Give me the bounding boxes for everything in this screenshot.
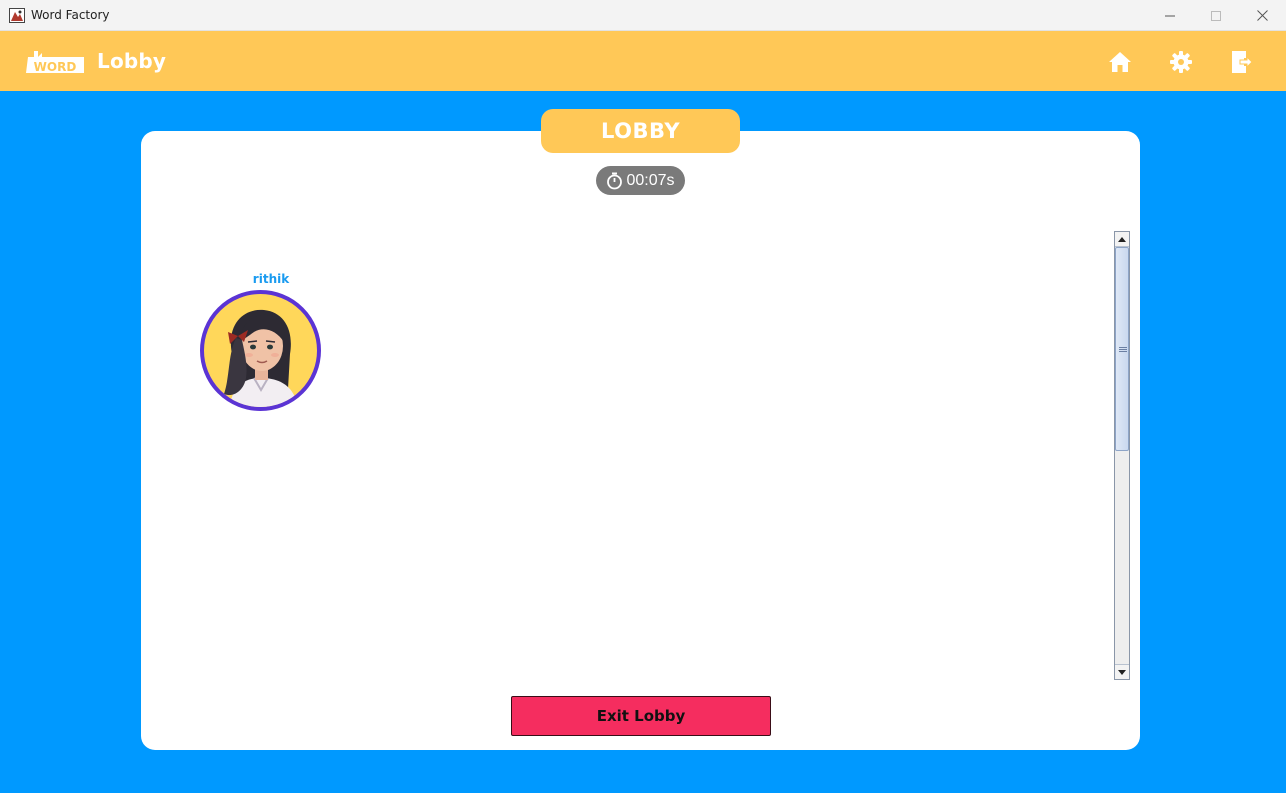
vertical-scrollbar[interactable] [1114,231,1130,680]
triangle-down-icon [1118,669,1126,675]
scroll-up-button[interactable] [1115,232,1129,247]
maximize-icon [1211,10,1221,21]
app-header: WORD Lobby [0,31,1286,91]
close-icon [1256,10,1268,21]
girl-avatar-icon [224,309,298,407]
home-icon[interactable] [1108,50,1132,74]
scroll-grip [1119,349,1127,350]
lobby-card [141,131,1140,750]
minimize-icon [1165,15,1175,16]
gear-icon[interactable] [1169,50,1193,74]
logo-text: WORD [34,60,77,74]
window-title-bar: Word Factory [0,0,1286,31]
exit-door-icon[interactable] [1229,50,1253,74]
timer-value: 00:07s [626,171,675,189]
page-title: Lobby [97,49,167,73]
minimize-button[interactable] [1147,0,1193,31]
countdown-timer: 00:07s [596,166,685,195]
lobby-banner: LOBBY [541,109,740,153]
avatar [200,290,321,411]
triangle-up-icon [1118,236,1126,242]
scroll-thumb[interactable] [1115,247,1129,451]
player-name: rithik [252,272,290,286]
window-title: Word Factory [31,8,110,22]
stopwatch-icon [607,172,623,189]
close-button[interactable] [1239,0,1285,31]
scroll-down-button[interactable] [1115,664,1129,679]
exit-lobby-button[interactable]: Exit Lobby [511,696,771,736]
word-factory-logo[interactable]: WORD [24,47,88,75]
scroll-grip [1119,351,1127,352]
app-icon [9,8,25,23]
scroll-grip [1119,347,1127,348]
maximize-button[interactable] [1193,0,1239,31]
